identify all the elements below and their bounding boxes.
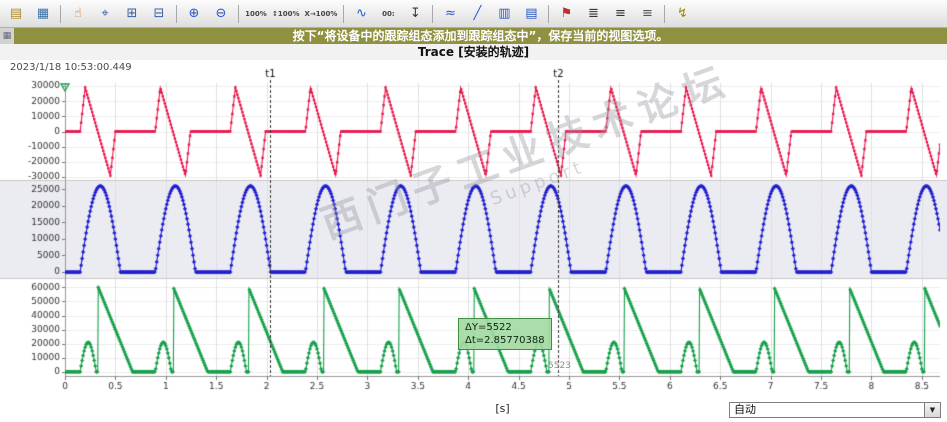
fit-vertical-button[interactable]: ↕100% — [270, 2, 302, 26]
horizontal-rows-button[interactable]: ▤ — [518, 2, 544, 26]
time-reference-button[interactable]: 00: — [375, 2, 401, 26]
toolbar-separator — [548, 4, 550, 23]
measure-extra-value: 5523 — [548, 361, 571, 371]
toolbar-separator — [238, 4, 239, 23]
interpolation-button[interactable]: ≈ — [437, 2, 463, 26]
toolbar-separator — [60, 4, 61, 23]
zoom-area-out-button[interactable]: ⊟ — [146, 2, 172, 26]
dropdown-selected-value: 自动 — [734, 403, 756, 416]
toolbar-separator — [664, 4, 666, 23]
copy-trace-button[interactable]: ▤ — [3, 2, 29, 26]
signal-samples-button[interactable]: ∿ — [348, 2, 374, 26]
line-style-button[interactable]: ╱ — [464, 2, 490, 26]
zoom-in-button[interactable]: ⊕ — [181, 2, 207, 26]
toolbar: ▤ ▦ ☝ ⌖ ⊞ ⊟ ⊕ ⊖ 100% ↕100% X→100% ∿ 00: ↧ ≈ ╱ ▥ ▤ ⚑ ≣ ≡ ≡ ↯ — [0, 0, 947, 28]
pan-hand-button[interactable]: ☝ — [65, 2, 91, 26]
delta-t-value: Δt=2.85770388 — [465, 335, 545, 346]
bottom-bar: [s] 自动 ▼ — [0, 400, 947, 422]
fit-horizontal-button[interactable]: X→100% — [303, 2, 340, 26]
legend-button[interactable]: ≣ — [580, 2, 606, 26]
toolbar-separator — [432, 4, 434, 23]
align-center-button[interactable]: ≡ — [634, 2, 660, 26]
apply-button[interactable]: ↯ — [669, 2, 695, 26]
export-measurement-button[interactable]: ↧ — [402, 2, 428, 26]
monitor-toggle-button[interactable]: ▦ — [30, 2, 56, 26]
page-title: Trace [安装的轨迹] — [0, 44, 947, 60]
measurement-tooltip: ΔY=5522 Δt=2.85770388 — [458, 318, 552, 350]
time-scale-dropdown[interactable]: 自动 ▼ — [729, 402, 941, 418]
sidebar-collapse-icon[interactable]: ▦ — [0, 28, 14, 44]
trace-chart-area: 2023/1/18 10:53:00.449 西门子工业技术论坛 Support… — [0, 57, 947, 400]
message-row: ▦ 按下“将设备中的跟踪组态添加到跟踪组态中”，保存当前的视图选项。 — [0, 28, 947, 44]
zoom-100-button[interactable]: 100% — [243, 2, 269, 26]
vertical-bars-button[interactable]: ▥ — [491, 2, 517, 26]
align-left-button[interactable]: ≡ — [607, 2, 633, 26]
zoom-out-button[interactable]: ⊖ — [208, 2, 234, 26]
trigger-timestamp: 2023/1/18 10:53:00.449 — [10, 62, 132, 73]
delta-y-value: ΔY=5522 — [465, 322, 512, 333]
measure-cursor-button[interactable]: ⚑ — [553, 2, 579, 26]
toolbar-separator — [343, 4, 345, 23]
zoom-select-button[interactable]: ⌖ — [92, 2, 118, 26]
info-message-bar: 按下“将设备中的跟踪组态添加到跟踪组态中”，保存当前的视图选项。 — [14, 28, 947, 44]
toolbar-separator — [176, 4, 177, 23]
chevron-down-icon[interactable]: ▼ — [924, 403, 940, 417]
zoom-area-in-button[interactable]: ⊞ — [119, 2, 145, 26]
